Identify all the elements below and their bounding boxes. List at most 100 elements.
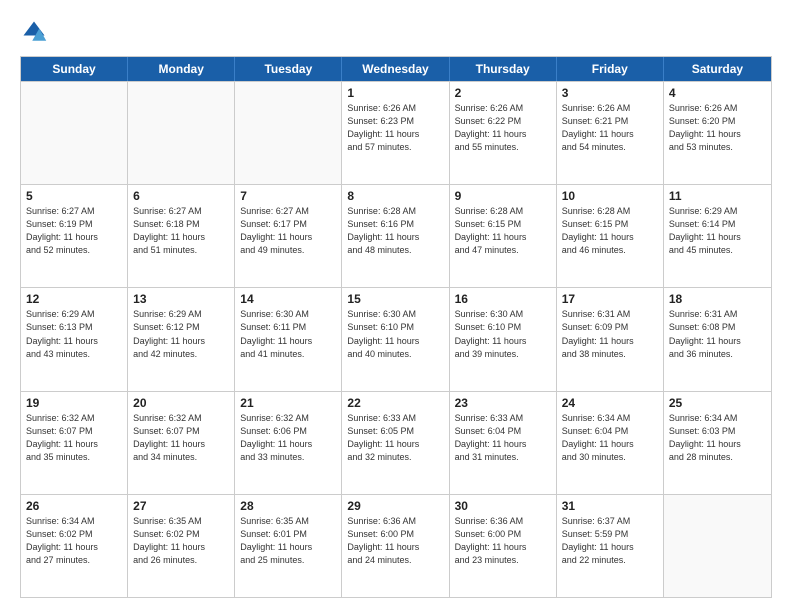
weekday-header: Wednesday — [342, 57, 449, 81]
cell-info: Sunrise: 6:28 AM Sunset: 6:15 PM Dayligh… — [455, 205, 551, 257]
calendar-cell: 11Sunrise: 6:29 AM Sunset: 6:14 PM Dayli… — [664, 185, 771, 287]
cell-info: Sunrise: 6:29 AM Sunset: 6:12 PM Dayligh… — [133, 308, 229, 360]
cell-day-number: 19 — [26, 396, 122, 410]
cell-info: Sunrise: 6:33 AM Sunset: 6:05 PM Dayligh… — [347, 412, 443, 464]
cell-info: Sunrise: 6:29 AM Sunset: 6:14 PM Dayligh… — [669, 205, 766, 257]
calendar-cell: 30 Sunrise: 6:36 AM Sunset: 6:00 PM Dayli… — [450, 495, 557, 597]
cell-day-number: 10 — [562, 189, 658, 203]
cell-info: Sunrise: 6:34 AM Sunset: 6:02 PM Dayligh… — [26, 515, 122, 567]
calendar-cell: 5 Sunrise: 6:27 AM Sunset: 6:19 PM Daylig… — [21, 185, 128, 287]
calendar-cell: 26 Sunrise: 6:34 AM Sunset: 6:02 PM Dayli… — [21, 495, 128, 597]
calendar-cell: 2 Sunrise: 6:26 AM Sunset: 6:22 PM Daylig… — [450, 82, 557, 184]
cell-day-number: 1 — [347, 86, 443, 100]
calendar-cell: 9 Sunrise: 6:28 AM Sunset: 6:15 PM Daylig… — [450, 185, 557, 287]
cell-info: Sunrise: 6:26 AM Sunset: 6:20 PM Dayligh… — [669, 102, 766, 154]
cell-info: Sunrise: 6:30 AM Sunset: 6:11 PM Dayligh… — [240, 308, 336, 360]
cell-day-number: 28 — [240, 499, 336, 513]
cell-day-number: 2 — [455, 86, 551, 100]
cell-day-number: 18 — [669, 292, 766, 306]
cell-info: Sunrise: 6:35 AM Sunset: 6:01 PM Dayligh… — [240, 515, 336, 567]
cell-info: Sunrise: 6:28 AM Sunset: 6:16 PM Dayligh… — [347, 205, 443, 257]
cell-info: Sunrise: 6:30 AM Sunset: 6:10 PM Dayligh… — [347, 308, 443, 360]
calendar-cell: 24 Sunrise: 6:34 AM Sunset: 6:04 PM Dayli… — [557, 392, 664, 494]
calendar-cell: 20 Sunrise: 6:32 AM Sunset: 6:07 PM Dayli… — [128, 392, 235, 494]
cell-day-number: 30 — [455, 499, 551, 513]
calendar-row: 19 Sunrise: 6:32 AM Sunset: 6:07 PM Dayli… — [21, 391, 771, 494]
cell-info: Sunrise: 6:26 AM Sunset: 6:21 PM Dayligh… — [562, 102, 658, 154]
cell-day-number: 15 — [347, 292, 443, 306]
calendar-cell: 15 Sunrise: 6:30 AM Sunset: 6:10 PM Dayli… — [342, 288, 449, 390]
calendar-cell — [664, 495, 771, 597]
calendar-cell: 22Sunrise: 6:33 AM Sunset: 6:05 PM Dayli… — [342, 392, 449, 494]
cell-info: Sunrise: 6:26 AM Sunset: 6:23 PM Dayligh… — [347, 102, 443, 154]
cell-day-number: 31 — [562, 499, 658, 513]
cell-info: Sunrise: 6:34 AM Sunset: 6:03 PM Dayligh… — [669, 412, 766, 464]
cell-day-number: 27 — [133, 499, 229, 513]
cell-info: Sunrise: 6:32 AM Sunset: 6:06 PM Dayligh… — [240, 412, 336, 464]
cell-info: Sunrise: 6:32 AM Sunset: 6:07 PM Dayligh… — [133, 412, 229, 464]
calendar-header: SundayMondayTuesdayWednesdayThursdayFrid… — [21, 57, 771, 81]
cell-info: Sunrise: 6:36 AM Sunset: 6:00 PM Dayligh… — [455, 515, 551, 567]
calendar-cell: 3 Sunrise: 6:26 AM Sunset: 6:21 PM Daylig… — [557, 82, 664, 184]
calendar-cell — [128, 82, 235, 184]
calendar-cell: 31 Sunrise: 6:37 AM Sunset: 5:59 PM Dayli… — [557, 495, 664, 597]
cell-info: Sunrise: 6:30 AM Sunset: 6:10 PM Dayligh… — [455, 308, 551, 360]
calendar-row: 12 Sunrise: 6:29 AM Sunset: 6:13 PM Dayli… — [21, 287, 771, 390]
calendar-row: 1 Sunrise: 6:26 AM Sunset: 6:23 PM Daylig… — [21, 81, 771, 184]
cell-day-number: 29 — [347, 499, 443, 513]
cell-day-number: 17 — [562, 292, 658, 306]
calendar-cell — [21, 82, 128, 184]
cell-day-number: 26 — [26, 499, 122, 513]
cell-day-number: 6 — [133, 189, 229, 203]
logo — [20, 18, 52, 46]
cell-day-number: 13 — [133, 292, 229, 306]
calendar-cell: 17 Sunrise: 6:31 AM Sunset: 6:09 PM Dayli… — [557, 288, 664, 390]
header — [20, 18, 772, 46]
cell-day-number: 20 — [133, 396, 229, 410]
calendar-cell: 23 Sunrise: 6:33 AM Sunset: 6:04 PM Dayli… — [450, 392, 557, 494]
calendar-cell: 7Sunrise: 6:27 AM Sunset: 6:17 PM Daylig… — [235, 185, 342, 287]
calendar-cell: 25 Sunrise: 6:34 AM Sunset: 6:03 PM Dayli… — [664, 392, 771, 494]
cell-day-number: 21 — [240, 396, 336, 410]
cell-info: Sunrise: 6:27 AM Sunset: 6:19 PM Dayligh… — [26, 205, 122, 257]
cell-day-number: 3 — [562, 86, 658, 100]
calendar-row: 5 Sunrise: 6:27 AM Sunset: 6:19 PM Daylig… — [21, 184, 771, 287]
cell-info: Sunrise: 6:34 AM Sunset: 6:04 PM Dayligh… — [562, 412, 658, 464]
calendar-cell: 12 Sunrise: 6:29 AM Sunset: 6:13 PM Dayli… — [21, 288, 128, 390]
logo-icon — [20, 18, 48, 46]
calendar-cell: 13 Sunrise: 6:29 AM Sunset: 6:12 PM Dayli… — [128, 288, 235, 390]
calendar-cell: 27 Sunrise: 6:35 AM Sunset: 6:02 PM Dayli… — [128, 495, 235, 597]
cell-info: Sunrise: 6:35 AM Sunset: 6:02 PM Dayligh… — [133, 515, 229, 567]
cell-day-number: 9 — [455, 189, 551, 203]
weekday-header: Tuesday — [235, 57, 342, 81]
cell-day-number: 4 — [669, 86, 766, 100]
cell-info: Sunrise: 6:27 AM Sunset: 6:18 PM Dayligh… — [133, 205, 229, 257]
cell-day-number: 14 — [240, 292, 336, 306]
weekday-header: Sunday — [21, 57, 128, 81]
weekday-header: Saturday — [664, 57, 771, 81]
cell-info: Sunrise: 6:26 AM Sunset: 6:22 PM Dayligh… — [455, 102, 551, 154]
calendar-cell: 10 Sunrise: 6:28 AM Sunset: 6:15 PM Dayli… — [557, 185, 664, 287]
cell-day-number: 7 — [240, 189, 336, 203]
cell-info: Sunrise: 6:32 AM Sunset: 6:07 PM Dayligh… — [26, 412, 122, 464]
cell-day-number: 5 — [26, 189, 122, 203]
calendar-cell: 8 Sunrise: 6:28 AM Sunset: 6:16 PM Daylig… — [342, 185, 449, 287]
weekday-header: Monday — [128, 57, 235, 81]
cell-day-number: 23 — [455, 396, 551, 410]
page: SundayMondayTuesdayWednesdayThursdayFrid… — [0, 0, 792, 612]
cell-info: Sunrise: 6:37 AM Sunset: 5:59 PM Dayligh… — [562, 515, 658, 567]
cell-day-number: 24 — [562, 396, 658, 410]
calendar-cell: 14 Sunrise: 6:30 AM Sunset: 6:11 PM Dayli… — [235, 288, 342, 390]
calendar-cell — [235, 82, 342, 184]
weekday-header: Thursday — [450, 57, 557, 81]
cell-info: Sunrise: 6:33 AM Sunset: 6:04 PM Dayligh… — [455, 412, 551, 464]
cell-info: Sunrise: 6:29 AM Sunset: 6:13 PM Dayligh… — [26, 308, 122, 360]
cell-day-number: 12 — [26, 292, 122, 306]
cell-info: Sunrise: 6:31 AM Sunset: 6:08 PM Dayligh… — [669, 308, 766, 360]
cell-info: Sunrise: 6:28 AM Sunset: 6:15 PM Dayligh… — [562, 205, 658, 257]
calendar-cell: 29Sunrise: 6:36 AM Sunset: 6:00 PM Dayli… — [342, 495, 449, 597]
cell-info: Sunrise: 6:31 AM Sunset: 6:09 PM Dayligh… — [562, 308, 658, 360]
calendar-body: 1 Sunrise: 6:26 AM Sunset: 6:23 PM Daylig… — [21, 81, 771, 597]
cell-day-number: 8 — [347, 189, 443, 203]
cell-day-number: 25 — [669, 396, 766, 410]
